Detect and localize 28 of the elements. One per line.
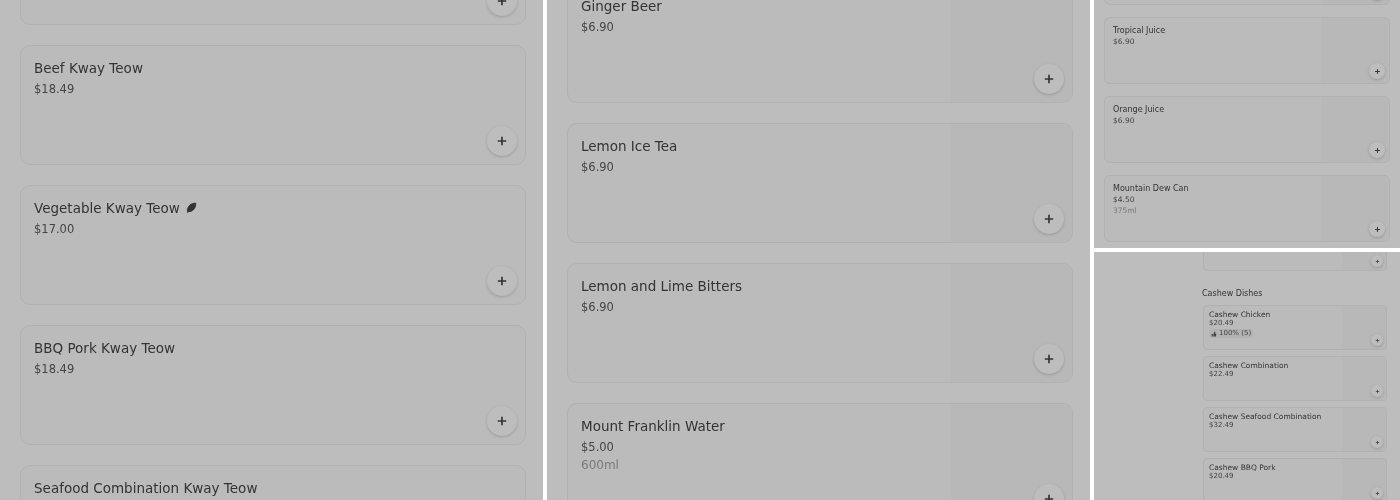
item-name: Lemon Ice Tea [581,137,678,155]
item-name: Mountain Dew Can [1113,184,1189,194]
item-name: Seafood Combination Kway Teow [34,479,258,497]
item-name: Vegetable Kway Teow [34,199,180,217]
item-name: Ginger Beer [581,0,662,15]
item-name: Orange Juice [1113,105,1165,115]
item-name: Mount Franklin Water [581,417,725,435]
menu-item-card[interactable]: Lemon and Lime Bitters $6.90 [567,263,1073,383]
item-price: $6.90 [581,159,615,176]
item-price: $6.90 [581,299,615,316]
menu-item-card[interactable]: Ginger Beer $6.90 [567,0,1073,103]
menu-item-card[interactable]: Seafood Combination Kway Teow [20,465,526,500]
menu-item-card[interactable]: BBQ Pork Kway Teow $18.49 [20,325,526,445]
item-name: Tropical Juice [1113,26,1166,36]
menu-item-card[interactable]: Vegetable Kway Teow $17.00 [20,185,526,305]
item-price: $6.90 [581,19,615,36]
item-name: Lemon and Lime Bitters [581,277,743,295]
item-price: $18.49 [34,361,76,378]
item-price: $5.00 [581,439,615,456]
item-price: $17.00 [34,221,76,238]
item-name: BBQ Pork Kway Teow [34,339,176,357]
menu-item-card[interactable]: Beef Kway Teow $18.49 [20,45,526,165]
section-heading: Cashew Dishes [1202,289,1264,299]
item-price: $18.49 [34,81,76,98]
menu-item-card[interactable]: Mount Franklin Water $5.00 600ml [567,403,1073,500]
menu-item-card[interactable]: Lemon Ice Tea $6.90 [567,123,1073,243]
item-size: 600ml [581,457,620,474]
item-name: Beef Kway Teow [34,59,143,77]
